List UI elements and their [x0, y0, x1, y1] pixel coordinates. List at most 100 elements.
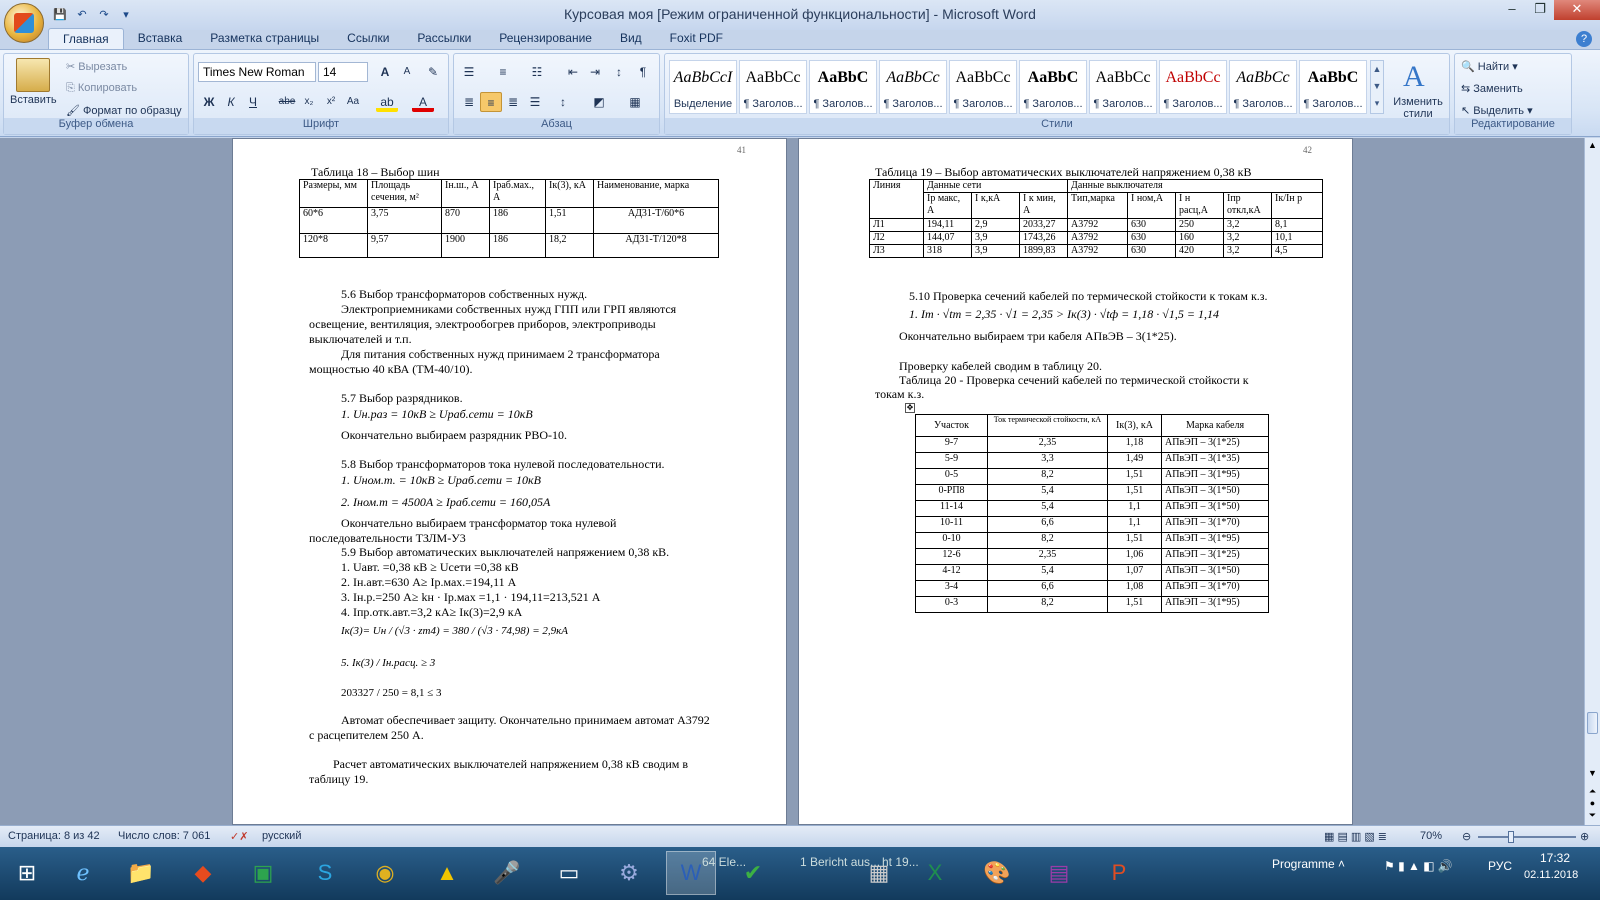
tab-review[interactable]: Рецензирование	[485, 28, 606, 50]
zoom-level[interactable]: 70%	[1420, 830, 1442, 842]
scroll-down-icon[interactable]: ▼	[1587, 768, 1598, 780]
vertical-scrollbar[interactable]: ▲ ▼ ⏶ ● ⏷	[1584, 138, 1600, 825]
prev-page-icon[interactable]: ⏶	[1587, 786, 1598, 798]
archicad-icon[interactable]: ▲	[422, 851, 472, 895]
style-item[interactable]: AaBbC ¶ Заголов...	[1299, 60, 1367, 114]
undo-icon[interactable]: ↶	[74, 7, 90, 23]
zoom-out-icon[interactable]: ⊖	[1462, 830, 1471, 843]
scroll-thumb[interactable]	[1587, 712, 1598, 734]
file-explorer-icon[interactable]: 📁	[116, 851, 166, 895]
proofing-icon[interactable]: ✓✗	[230, 830, 248, 843]
format-painter-button[interactable]: 🖌 Формат по образцу	[66, 104, 182, 117]
align-left-icon[interactable]: ≣	[458, 92, 480, 112]
align-center-icon[interactable]: ≡	[480, 92, 502, 112]
style-item[interactable]: AaBbCcI Выделение	[669, 60, 737, 114]
shrink-font-icon[interactable]: A	[396, 62, 418, 82]
tray-icons[interactable]: ⚑ ▮ ▲ ◧ 🔊	[1384, 859, 1453, 873]
clock-date[interactable]: 02.11.2018	[1524, 869, 1578, 881]
align-right-icon[interactable]: ≣	[502, 92, 524, 112]
save-icon[interactable]: 💾	[52, 7, 68, 23]
tab-foxit-pdf[interactable]: Foxit PDF	[656, 28, 737, 50]
powerpoint-icon[interactable]: P	[1094, 851, 1144, 895]
programme-toolbar[interactable]: Programme	[1272, 857, 1335, 871]
ie-icon[interactable]: ℯ	[58, 851, 108, 895]
change-styles-button[interactable]: Изменить стили	[1389, 96, 1447, 120]
restore-button[interactable]: ❐	[1526, 0, 1554, 20]
styles-scroll[interactable]: ▲ ▼ ▾	[1370, 60, 1384, 114]
cut-button[interactable]: ✂ Вырезать	[66, 60, 127, 73]
style-item[interactable]: AaBbCc ¶ Заголов...	[949, 60, 1017, 114]
zoom-in-icon[interactable]: ⊕	[1580, 830, 1589, 843]
tab-references[interactable]: Ссылки	[333, 28, 403, 50]
clear-format-icon[interactable]: ✎	[422, 62, 444, 82]
style-item[interactable]: AaBbCc ¶ Заголов...	[1229, 60, 1297, 114]
tab-mailings[interactable]: Рассылки	[403, 28, 485, 50]
font-size-combo[interactable]: 14	[318, 62, 368, 82]
copy-button[interactable]: ⎘ Копировать	[66, 82, 137, 95]
decrease-indent-icon[interactable]: ⇤	[562, 62, 584, 82]
shading-icon[interactable]: ◩	[588, 92, 610, 112]
grow-font-icon[interactable]: A	[374, 62, 396, 82]
chrome-icon[interactable]: ◉	[360, 851, 410, 895]
replace-button[interactable]: ⇆ Заменить	[1461, 82, 1523, 95]
word-count[interactable]: Число слов: 7 061	[118, 830, 210, 842]
sort-icon[interactable]: ↕	[608, 62, 630, 82]
show-marks-icon[interactable]: ¶	[632, 62, 654, 82]
tab-page-layout[interactable]: Разметка страницы	[196, 28, 333, 50]
find-button[interactable]: 🔍 Найти ▾	[1461, 60, 1518, 73]
office-button[interactable]	[4, 3, 44, 43]
input-language[interactable]: РУС	[1488, 859, 1512, 873]
strikethrough-icon[interactable]: abe	[276, 92, 298, 112]
redo-icon[interactable]: ↷	[96, 7, 112, 23]
clock-time[interactable]: 17:32	[1540, 851, 1570, 865]
network-tool-icon[interactable]: ⚙	[604, 851, 654, 895]
close-button[interactable]: ✕	[1554, 0, 1600, 20]
borders-icon[interactable]: ▦	[624, 92, 646, 112]
tab-insert[interactable]: Вставка	[124, 28, 197, 50]
page-counter[interactable]: Страница: 8 из 42	[8, 830, 100, 842]
tray-expand-icon[interactable]: ˄	[1338, 857, 1345, 871]
superscript-icon[interactable]: x²	[320, 92, 342, 112]
paint-icon[interactable]: 🎨	[972, 851, 1022, 895]
font-color-icon[interactable]: A	[412, 92, 434, 112]
style-item[interactable]: AaBbCc ¶ Заголов...	[1089, 60, 1157, 114]
select-button[interactable]: ↖ Выделить ▾	[1461, 104, 1533, 117]
browse-object-icon[interactable]: ●	[1587, 798, 1598, 810]
excel-icon[interactable]: X	[910, 851, 960, 895]
underline-icon[interactable]: Ч	[242, 92, 264, 112]
terminal-icon[interactable]: ▭	[544, 851, 594, 895]
font-name-combo[interactable]: Times New Roman	[198, 62, 316, 82]
style-item[interactable]: AaBbCc ¶ Заголов...	[739, 60, 807, 114]
style-item[interactable]: AaBbCc ¶ Заголов...	[1159, 60, 1227, 114]
foxit-icon[interactable]: ◆	[178, 851, 228, 895]
skype-icon[interactable]: S	[300, 851, 350, 895]
next-page-icon[interactable]: ⏷	[1587, 810, 1598, 822]
greenapp-icon[interactable]: ▣	[238, 851, 288, 895]
style-item[interactable]: AaBbC ¶ Заголов...	[809, 60, 877, 114]
style-item[interactable]: AaBbCc ¶ Заголов...	[879, 60, 947, 114]
customize-qat-icon[interactable]: ▾	[118, 7, 134, 23]
minimize-button[interactable]: –	[1498, 0, 1526, 20]
tab-view[interactable]: Вид	[606, 28, 656, 50]
windows-start-icon[interactable]: ⊞	[2, 851, 52, 895]
style-item[interactable]: AaBbC ¶ Заголов...	[1019, 60, 1087, 114]
winrar-icon[interactable]: ▤	[1034, 851, 1084, 895]
help-icon[interactable]: ?	[1576, 31, 1592, 47]
view-buttons[interactable]: ▦ ▤ ▥ ▧ ≣	[1324, 830, 1387, 843]
subscript-icon[interactable]: x₂	[298, 92, 320, 112]
numbering-icon[interactable]: ≡	[492, 62, 514, 82]
highlight-icon[interactable]: ab	[376, 92, 398, 112]
italic-icon[interactable]: К	[220, 92, 242, 112]
bullets-icon[interactable]: ☰	[458, 62, 480, 82]
language-indicator[interactable]: русский	[262, 830, 301, 842]
tab-home[interactable]: Главная	[48, 28, 124, 50]
scroll-up-icon[interactable]: ▲	[1587, 140, 1598, 152]
table-move-handle-icon[interactable]: ✥	[905, 403, 915, 413]
checkmark-app-icon[interactable]: ✔	[728, 851, 778, 895]
change-case-icon[interactable]: Aa	[342, 92, 364, 112]
microphone-icon[interactable]: 🎤	[482, 851, 532, 895]
zoom-slider-thumb[interactable]	[1508, 831, 1514, 843]
zoom-slider[interactable]	[1478, 836, 1576, 838]
line-spacing-icon[interactable]: ↕	[552, 92, 574, 112]
multilevel-list-icon[interactable]: ☷	[526, 62, 548, 82]
